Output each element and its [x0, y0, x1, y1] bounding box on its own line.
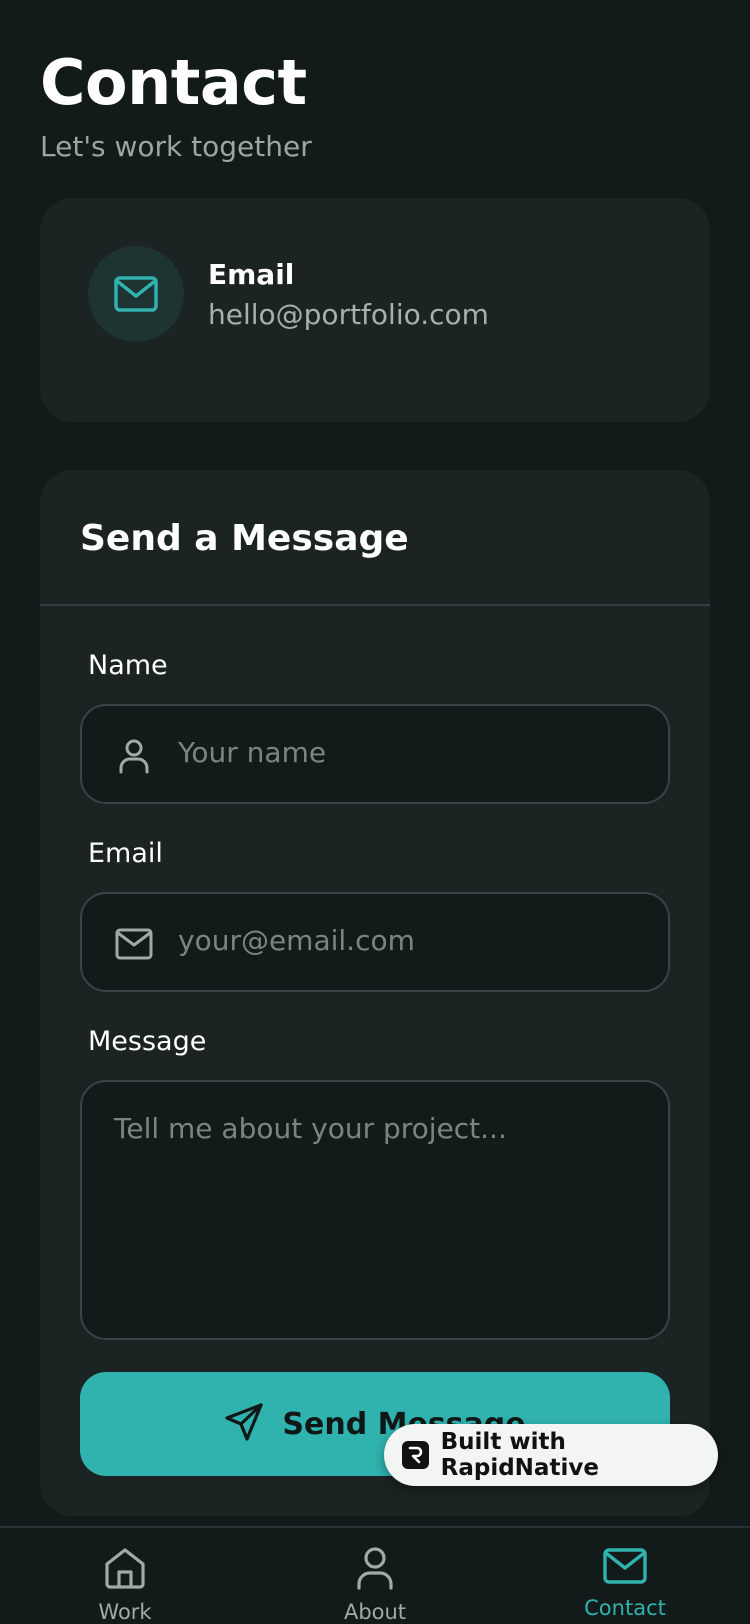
email-contact-card[interactable]: Email hello@portfolio.com	[40, 198, 710, 422]
mail-icon	[88, 246, 184, 342]
page-title: Contact	[40, 46, 307, 119]
name-input[interactable]: Your name	[80, 704, 670, 804]
tab-contact[interactable]: Contact	[545, 1546, 705, 1624]
contact-screen: Contact Let's work together Email hello@…	[0, 0, 750, 1624]
tab-work-label: Work	[98, 1600, 152, 1624]
user-icon	[355, 1546, 395, 1594]
message-textarea[interactable]: Tell me about your project...	[80, 1080, 670, 1340]
message-placeholder: Tell me about your project...	[114, 1112, 507, 1145]
email-input[interactable]: your@email.com	[80, 892, 670, 992]
tab-about-label: About	[343, 1600, 407, 1624]
tab-contact-label: Contact	[584, 1596, 666, 1620]
mail-icon	[114, 924, 154, 964]
name-field-label: Name	[88, 650, 168, 681]
built-with-badge[interactable]: Built with RapidNative	[384, 1424, 718, 1486]
message-field-label: Message	[88, 1026, 207, 1057]
email-contact-value[interactable]: hello@portfolio.com	[208, 298, 489, 331]
form-heading: Send a Message	[80, 518, 409, 559]
page-subtitle: Let's work together	[40, 130, 312, 163]
send-icon	[224, 1402, 264, 1446]
badge-text: Built with RapidNative	[440, 1429, 599, 1481]
email-contact-label: Email	[208, 258, 295, 291]
bottom-tab-bar: Work About Contact	[0, 1526, 750, 1624]
rapidnative-logo-icon	[402, 1441, 429, 1469]
user-icon	[114, 736, 154, 776]
tab-work[interactable]: Work	[45, 1546, 205, 1624]
tab-about[interactable]: About	[295, 1546, 455, 1624]
email-field-label: Email	[88, 838, 163, 869]
name-placeholder: Your name	[178, 736, 327, 769]
home-icon	[103, 1546, 147, 1594]
email-placeholder: your@email.com	[178, 924, 415, 957]
mail-icon	[602, 1546, 648, 1590]
form-header: Send a Message	[40, 470, 710, 606]
message-form-card: Send a Message Name Your name Email your…	[40, 470, 710, 1516]
